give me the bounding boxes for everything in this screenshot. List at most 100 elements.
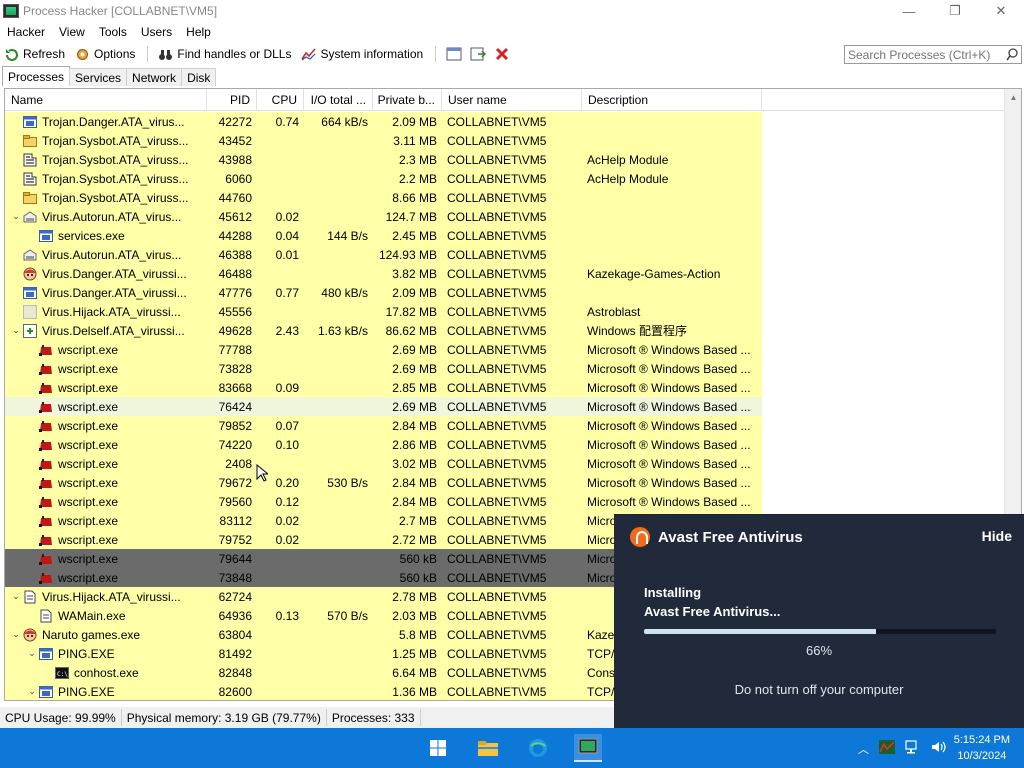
process-name-cell[interactable]: wscript.exe — [5, 549, 207, 568]
process-row[interactable]: wscript.exe 73828 2.69 MB COLLABNET\VM5 Micr… — [5, 359, 1005, 378]
title-bar[interactable]: Process Hacker [COLLABNET\VM5] — ❐ ✕ — [0, 0, 1024, 22]
process-name-cell[interactable]: Trojan.Sysbot.ATA_viruss... — [5, 188, 207, 207]
column-cpu[interactable]: CPU — [257, 89, 304, 111]
process-row[interactable]: Virus.Danger.ATA_virussi... 47776 0.77 480 … — [5, 283, 1005, 302]
process-name-cell[interactable]: wscript.exe — [5, 435, 207, 454]
column-io-total[interactable]: I/O total ... — [304, 89, 373, 111]
process-row[interactable]: wscript.exe 2408 3.02 MB COLLABNET\VM5 Micro… — [5, 454, 1005, 473]
find-handles-button[interactable]: Find handles or DLLs — [158, 47, 291, 62]
close-button[interactable]: ✕ — [978, 0, 1024, 22]
process-row[interactable]: Virus.Autorun.ATA_virus... 46388 0.01 124.9… — [5, 245, 1005, 264]
column-pid[interactable]: PID — [207, 89, 257, 111]
tab-processes[interactable]: Processes — [2, 66, 71, 86]
process-row[interactable]: wscript.exe 74220 0.10 2.86 MB COLLABNET\VM5… — [5, 435, 1005, 454]
system-info-button[interactable]: System information — [301, 47, 423, 62]
process-row[interactable]: wscript.exe 76424 2.69 MB COLLABNET\VM5 Micr… — [5, 397, 1005, 416]
column-name[interactable]: Name — [5, 89, 207, 111]
expand-chevron-icon[interactable]: ⌄ — [26, 686, 38, 697]
process-row[interactable]: Trojan.Sysbot.ATA_viruss... 44760 8.66 MB C… — [5, 188, 1005, 207]
search-icon[interactable] — [1006, 48, 1018, 64]
menu-view[interactable]: View — [52, 25, 92, 39]
process-row[interactable]: wscript.exe 79852 0.07 2.84 MB COLLABNET\VM5… — [5, 416, 1005, 435]
column-description[interactable]: Description — [582, 89, 762, 111]
column-user-name[interactable]: User name — [442, 89, 582, 111]
taskbar-clock[interactable]: 5:15:24 PM 10/3/2024 — [954, 732, 1010, 764]
process-row[interactable]: services.exe 44288 0.04 144 B/s 2.45 MB COLLA… — [5, 226, 1005, 245]
menu-tools[interactable]: Tools — [92, 25, 134, 39]
terminate-icon[interactable] — [493, 45, 511, 63]
process-name-cell[interactable]: wscript.exe — [5, 340, 207, 359]
search-processes[interactable] — [844, 45, 1022, 64]
pid-cell: 82848 — [218, 665, 252, 680]
window-icon[interactable] — [445, 45, 463, 63]
process-name-cell[interactable]: ⌄ Naruto games.exe — [5, 625, 207, 644]
process-name-cell[interactable]: ⌄ Virus.Autorun.ATA_virus... — [5, 207, 207, 226]
process-row[interactable]: Virus.Hijack.ATA_virussi... 45556 17.82 MB… — [5, 302, 1005, 321]
process-hacker-taskbar-button[interactable] — [574, 734, 602, 762]
process-name-cell[interactable]: wscript.exe — [5, 568, 207, 587]
process-row[interactable]: wscript.exe 83668 0.09 2.85 MB COLLABNET\VM5… — [5, 378, 1005, 397]
process-name-cell[interactable]: ⌄ Virus.Delself.ATA_virussi... — [5, 321, 207, 340]
maximize-button[interactable]: ❐ — [932, 0, 978, 22]
network-icon[interactable] — [905, 740, 921, 757]
tab-disk[interactable]: Disk — [181, 68, 217, 86]
expand-chevron-icon[interactable]: ⌄ — [10, 591, 22, 602]
column-private-bytes[interactable]: Private b... — [373, 89, 442, 111]
expand-chevron-icon[interactable]: ⌄ — [10, 629, 22, 640]
expand-chevron-icon[interactable]: ⌄ — [26, 648, 38, 659]
process-name-cell[interactable]: Trojan.Danger.ATA_virus... — [5, 112, 207, 131]
refresh-button[interactable]: Refresh — [4, 47, 65, 62]
process-name-cell[interactable]: wscript.exe — [5, 530, 207, 549]
process-name-cell[interactable]: WAMain.exe — [5, 606, 207, 625]
process-name-cell[interactable]: ⌄ PING.EXE — [5, 644, 207, 663]
expand-chevron-icon[interactable]: ⌄ — [10, 211, 22, 222]
volume-icon[interactable] — [931, 740, 947, 757]
process-row[interactable]: wscript.exe 77788 2.69 MB COLLABNET\VM5 Micr… — [5, 340, 1005, 359]
process-name-cell[interactable]: C:\ conhost.exe — [5, 663, 207, 682]
process-name-cell[interactable]: wscript.exe — [5, 359, 207, 378]
process-row[interactable]: wscript.exe 79560 0.12 2.84 MB COLLABNET\VM5… — [5, 492, 1005, 511]
process-name-cell[interactable]: wscript.exe — [5, 454, 207, 473]
process-name-cell[interactable]: wscript.exe — [5, 397, 207, 416]
tab-network[interactable]: Network — [126, 68, 183, 86]
process-row[interactable]: ⌄ Virus.Delself.ATA_virussi... 49628 2.43 1.… — [5, 321, 1005, 340]
tray-chevron-up-icon[interactable]: ︿ — [858, 741, 869, 757]
process-name-cell[interactable]: wscript.exe — [5, 416, 207, 435]
scroll-up-arrow[interactable]: ▲ — [1005, 89, 1021, 106]
minimize-button[interactable]: — — [886, 0, 932, 22]
process-row[interactable]: Trojan.Sysbot.ATA_viruss... 6060 2.2 MB COL… — [5, 169, 1005, 188]
process-name-cell[interactable]: Virus.Hijack.ATA_virussi... — [5, 302, 207, 321]
process-name-cell[interactable]: ⌄ Virus.Hijack.ATA_virussi... — [5, 587, 207, 606]
process-name-cell[interactable]: Virus.Autorun.ATA_virus... — [5, 245, 207, 264]
edge-taskbar-button[interactable] — [524, 734, 552, 762]
menu-hacker[interactable]: Hacker — [0, 25, 52, 39]
process-name-cell[interactable]: Trojan.Sysbot.ATA_viruss... — [5, 150, 207, 169]
process-name-cell[interactable]: Virus.Danger.ATA_virussi... — [5, 264, 207, 283]
process-name-cell[interactable]: Trojan.Sysbot.ATA_viruss... — [5, 131, 207, 150]
expand-chevron-icon[interactable]: ⌄ — [10, 325, 22, 336]
process-name-cell[interactable]: wscript.exe — [5, 511, 207, 530]
process-row[interactable]: wscript.exe 79672 0.20 530 B/s 2.84 MB COLLAB… — [5, 473, 1005, 492]
hide-button[interactable]: Hide — [982, 528, 1012, 544]
process-name-cell[interactable]: services.exe — [5, 226, 207, 245]
file-explorer-taskbar-button[interactable] — [474, 734, 502, 762]
menu-help[interactable]: Help — [179, 25, 218, 39]
menu-users[interactable]: Users — [134, 25, 179, 39]
process-row[interactable]: Virus.Danger.ATA_virussi... 46488 3.82 MB C… — [5, 264, 1005, 283]
options-button[interactable]: Options — [75, 47, 135, 62]
process-name-cell[interactable]: wscript.exe — [5, 378, 207, 397]
process-name-cell[interactable]: wscript.exe — [5, 473, 207, 492]
show-details-icon[interactable] — [469, 45, 487, 63]
process-name-cell[interactable]: Trojan.Sysbot.ATA_viruss... — [5, 169, 207, 188]
process-name-cell[interactable]: wscript.exe — [5, 492, 207, 511]
tab-services[interactable]: Services — [69, 68, 128, 86]
process-name-cell[interactable]: Virus.Danger.ATA_virussi... — [5, 283, 207, 302]
process-row[interactable]: Trojan.Sysbot.ATA_viruss... 43988 2.3 MB CO… — [5, 150, 1005, 169]
search-input[interactable] — [848, 47, 998, 62]
start-button[interactable] — [424, 734, 452, 762]
tray-process-hacker-icon[interactable] — [879, 740, 895, 757]
process-name-cell[interactable]: ⌄ PING.EXE — [5, 682, 207, 700]
process-row[interactable]: Trojan.Danger.ATA_virus... 42272 0.74 664 k… — [5, 112, 1005, 131]
process-row[interactable]: Trojan.Sysbot.ATA_viruss... 43452 3.11 MB C… — [5, 131, 1005, 150]
process-row[interactable]: ⌄ Virus.Autorun.ATA_virus... 45612 0.02 124.… — [5, 207, 1005, 226]
